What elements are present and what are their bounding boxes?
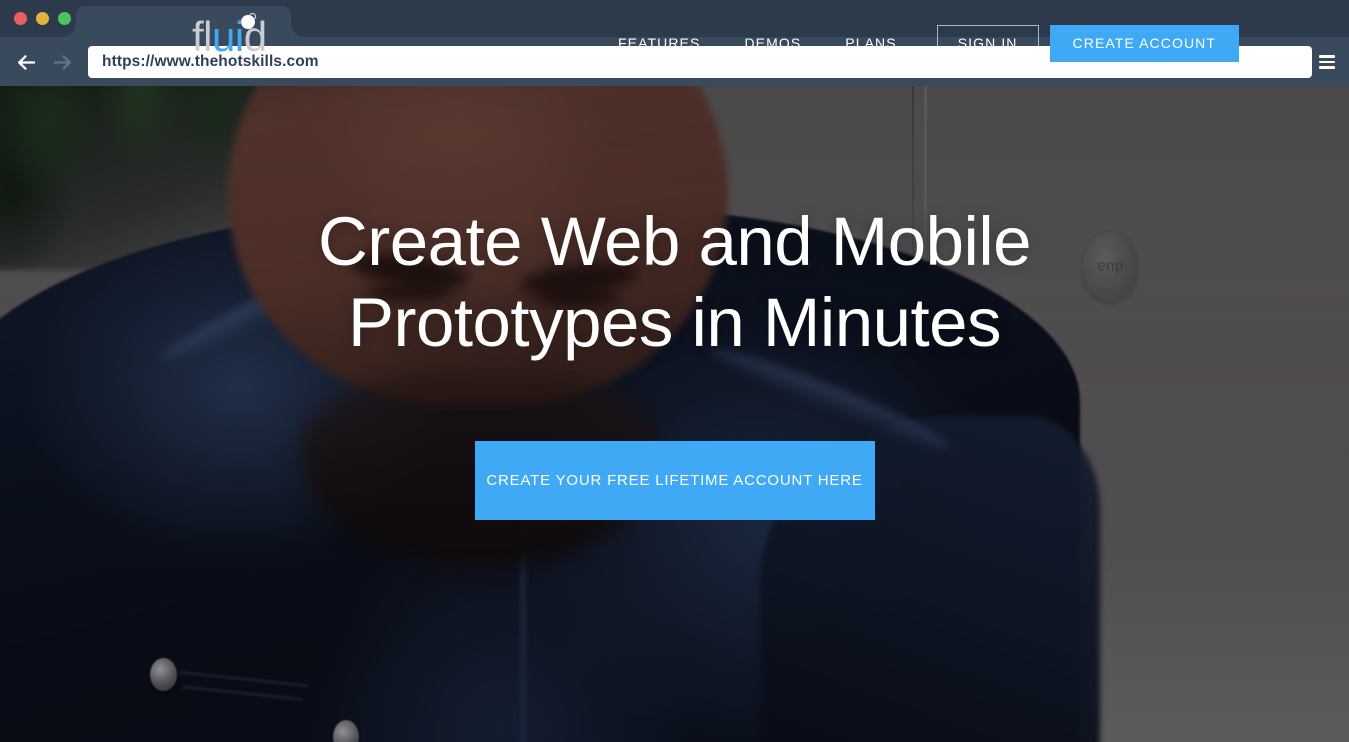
hero-title-line-1: Create Web and Mobile [317,203,1032,280]
hero-title: Create Web and Mobile Prototypes in Minu… [125,202,1225,363]
nav-item-demos[interactable]: DEMOS [722,35,823,51]
nav-item-features[interactable]: FEATURES [596,35,722,51]
site-header: fluid FEATURES DEMOS PLANS SIGN IN CREAT… [0,0,1349,86]
hero-cta-button[interactable]: CREATE YOUR FREE LIFETIME ACCOUNT HERE [474,441,875,521]
logo-dot-icon [249,13,256,20]
create-account-button[interactable]: CREATE ACCOUNT [1049,24,1240,62]
site-nav: FEATURES DEMOS PLANS SIGN IN CREATE ACCO… [596,0,1240,86]
logo-part-3: d [243,13,267,60]
nav-item-plans[interactable]: PLANS [823,35,918,51]
hero-section: Create Web and Mobile Prototypes in Minu… [0,86,1349,742]
site-logo[interactable]: fluid [192,13,267,60]
hero-title-line-2: Prototypes in Minutes [348,283,1002,361]
logo-part-2: ui [212,13,244,60]
browser-window: https://www.thehotskills.com dua dua [0,0,1349,742]
logo-part-1: fl [192,13,213,60]
sign-in-button[interactable]: SIGN IN [936,24,1039,62]
